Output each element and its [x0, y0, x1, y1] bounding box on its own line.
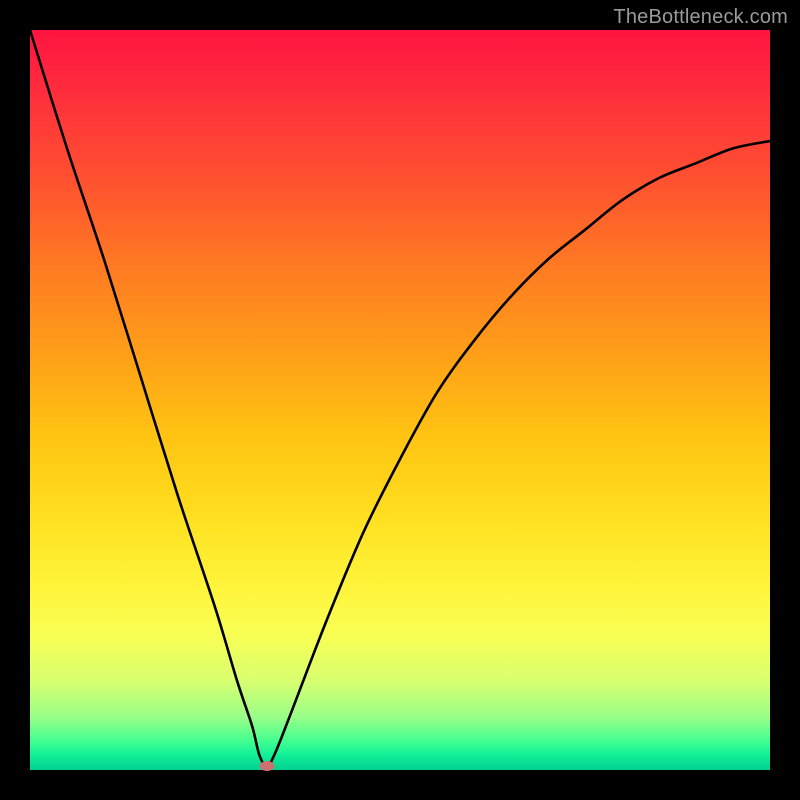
curve-layer	[30, 30, 770, 770]
plot-area	[30, 30, 770, 770]
chart-frame: TheBottleneck.com	[0, 0, 800, 800]
bottleneck-curve	[30, 30, 770, 766]
optimal-point-marker	[259, 761, 274, 771]
watermark-text: TheBottleneck.com	[613, 6, 788, 29]
